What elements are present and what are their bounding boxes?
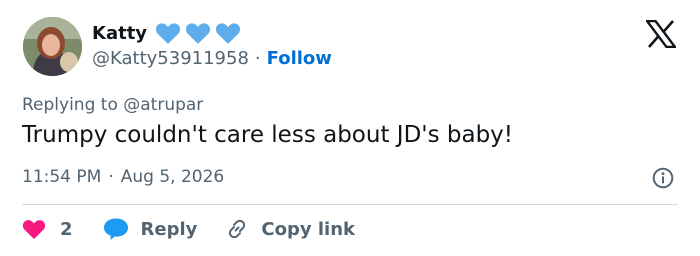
tweet-text: Trumpy couldn't care less about JD's bab… [22, 122, 514, 148]
like-count: 2 [60, 218, 73, 240]
info-icon[interactable] [652, 167, 674, 189]
blue-heart-icon [185, 21, 211, 45]
x-logo-icon[interactable] [644, 19, 678, 49]
separator-dot: · [108, 167, 114, 187]
replying-prefix: Replying to [22, 95, 118, 115]
blue-heart-icon [215, 21, 241, 45]
copy-link-label: Copy link [261, 218, 355, 240]
action-bar: 2 Reply Copy link [22, 216, 355, 242]
reply-label: Reply [140, 218, 198, 240]
avatar[interactable] [23, 17, 82, 76]
link-icon[interactable] [225, 217, 249, 241]
replying-to-line: Replying to @atrupar [22, 95, 203, 115]
heart-icon[interactable] [22, 218, 46, 240]
author-handle[interactable]: @Katty53911958 [92, 48, 249, 69]
reply-button[interactable]: Reply [103, 217, 198, 241]
reply-bubble-icon[interactable] [103, 217, 129, 241]
tweet-time[interactable]: 11:54 PM [22, 167, 101, 187]
separator-dot: · [254, 48, 261, 69]
tweet-date[interactable]: Aug 5, 2026 [121, 167, 225, 187]
copy-link-button[interactable]: Copy link [225, 217, 355, 241]
tweet-timestamp[interactable]: 11:54 PM · Aug 5, 2026 [22, 167, 224, 187]
author-display-name[interactable]: Katty [92, 23, 147, 44]
divider [22, 204, 678, 205]
author-name-row: Katty [92, 18, 245, 48]
follow-button[interactable]: Follow [267, 48, 332, 69]
replying-to-handle[interactable]: @atrupar [123, 95, 203, 115]
blue-heart-icon [155, 21, 181, 45]
author-handle-row: @Katty53911958 · Follow [92, 48, 332, 69]
like-button[interactable]: 2 [22, 218, 73, 240]
